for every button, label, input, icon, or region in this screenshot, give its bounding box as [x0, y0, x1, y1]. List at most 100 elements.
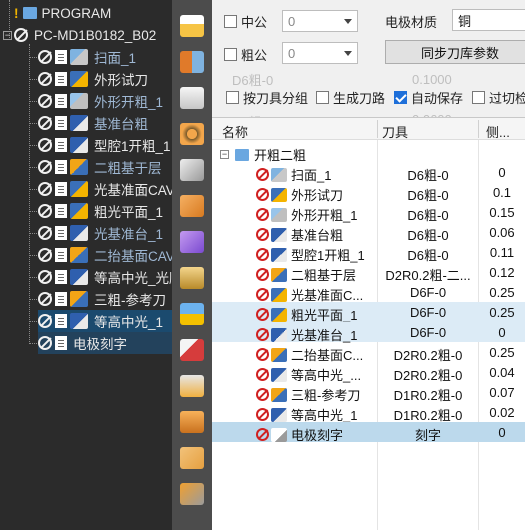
side-allowance-cell: 0.1 [492, 185, 512, 200]
zlevel-smooth-icon [70, 269, 88, 285]
path-icon[interactable] [178, 372, 206, 400]
tool-db-icon[interactable] [178, 48, 206, 76]
tree-item[interactable]: 电极刻字 [38, 332, 172, 354]
group-by-tool-check[interactable] [226, 91, 239, 104]
tree-item[interactable]: 光基准面CAV_1 [38, 178, 172, 200]
collapse-icon[interactable]: − [220, 150, 229, 159]
folder-icon [22, 7, 37, 19]
tree-item[interactable]: 等高中光_光顺_1 [38, 266, 172, 288]
tree-program[interactable]: ! PROGRAM [14, 2, 111, 24]
open-icon[interactable] [178, 12, 206, 40]
tree-item[interactable]: 型腔1开粗_1 [38, 134, 172, 156]
page-icon [55, 116, 67, 130]
coarse-checkbox[interactable]: 粗公 [224, 45, 267, 64]
table-header: 名称 刀具 侧... [212, 118, 525, 140]
middle-checkbox[interactable]: 中公 [224, 12, 267, 31]
machine-icon[interactable] [178, 84, 206, 112]
page-icon [55, 248, 67, 262]
auto-save-checkbox[interactable]: 自动保存 [394, 88, 463, 107]
tree-item[interactable]: 外形开粗_1 [38, 90, 172, 112]
table-row[interactable]: 扫面_1 D6粗-0 0 [212, 162, 525, 183]
layer-icon[interactable] [178, 264, 206, 292]
table-row[interactable]: 二粗基于层 D2R0.2粗-二... 0.12 [212, 262, 525, 283]
tree-guide [29, 321, 37, 322]
generate-path-label: 生成刀路 [333, 91, 386, 106]
open-glyph [180, 15, 204, 37]
table-row[interactable]: 型腔1开粗_1 D6粗-0 0.11 [212, 242, 525, 263]
tree-item-label: 三粗-参考刀 [94, 293, 166, 308]
side-allowance-cell: 0.25 [489, 285, 515, 300]
tree-guide [29, 79, 37, 80]
column-name[interactable]: 名称 [222, 122, 248, 141]
operation-name: 电极刻字 [291, 428, 344, 443]
disabled-icon [38, 160, 52, 174]
profile-icon [70, 71, 88, 87]
tree-item-label: 型腔1开粗_1 [94, 139, 171, 154]
operation-icon [271, 167, 287, 182]
chevron-down-icon [344, 19, 352, 24]
tree-item[interactable]: 三粗-参考刀 [38, 288, 172, 310]
tree-item-label: 光基准面CAV_1 [94, 183, 172, 198]
sync-tool-library-button[interactable]: 同步刀库参数 [385, 40, 525, 64]
middle-select[interactable]: 0 [282, 10, 358, 32]
color-picker-icon[interactable] [178, 336, 206, 364]
material-select[interactable]: 铜 [452, 9, 525, 31]
profile-rough-icon [70, 93, 88, 109]
wrench-text-icon[interactable] [178, 480, 206, 508]
page-icon [55, 314, 67, 328]
spiral-icon[interactable] [178, 156, 206, 184]
table-group-row[interactable]: − 开粗二粗 [212, 142, 525, 163]
tree-item[interactable]: 外形试刀 [38, 68, 172, 90]
tree-item[interactable]: 扫面_1 [38, 46, 172, 68]
gouge-check-label: 过切检 [489, 91, 525, 106]
generate-path-check[interactable] [316, 91, 329, 104]
table-row[interactable]: 光基准面C... D6F-0 0.25 [212, 282, 525, 303]
collapse-icon[interactable]: − [3, 30, 12, 40]
table-row[interactable]: 二抬基面C... D2R0.2粗-0 0.25 [212, 342, 525, 363]
tree-item-label: 外形试刀 [94, 73, 148, 88]
tree-item-label: 基准台粗 [94, 117, 148, 132]
disabled-icon [256, 228, 269, 241]
disabled-icon [38, 314, 52, 328]
tree-item[interactable]: 基准台粗 [38, 112, 172, 134]
gouge-check[interactable] [472, 91, 485, 104]
column-side[interactable]: 侧... [486, 122, 510, 141]
table-row[interactable]: 粗光平面_1 D6F-0 0.25 [212, 302, 525, 323]
auto-save-check[interactable] [394, 91, 407, 104]
tree-item[interactable]: 二粗基于层 [38, 156, 172, 178]
circle-target-icon[interactable] [178, 120, 206, 148]
table-row[interactable]: 电极刻字 刻字 0 [212, 422, 525, 443]
list-lightning-icon[interactable] [178, 300, 206, 328]
table-row[interactable]: 外形开粗_1 D6粗-0 0.15 [212, 202, 525, 223]
tree-item[interactable]: 光基准台_1 [38, 222, 172, 244]
generate-path-checkbox[interactable]: 生成刀路 [316, 88, 385, 107]
tree-item[interactable]: 二抬基面CAV [38, 244, 172, 266]
tree-guide [29, 299, 37, 300]
coarse-select[interactable]: 0 [282, 42, 358, 64]
table-row[interactable]: 等高中光_... D2R0.2粗-0 0.04 [212, 362, 525, 383]
middle-check-box[interactable] [224, 15, 237, 28]
tree-item[interactable]: 粗光平面_1 [38, 200, 172, 222]
transform-icon[interactable] [178, 444, 206, 472]
block-icon[interactable] [178, 192, 206, 220]
column-divider [377, 120, 378, 138]
gouge-check-checkbox[interactable]: 过切检 [472, 88, 525, 107]
table-row[interactable]: 外形试刀 D6粗-0 0.1 [212, 182, 525, 203]
coarse-check-box[interactable] [224, 48, 237, 61]
table-row[interactable]: 基准台粗 D6粗-0 0.06 [212, 222, 525, 243]
table-row[interactable]: 等高中光_1 D1R0.2粗-0 0.02 [212, 402, 525, 423]
group-by-tool-checkbox[interactable]: 按刀具分组 [226, 88, 308, 107]
operation-icon [271, 307, 287, 322]
table-row[interactable]: 三粗-参考刀 D1R0.2粗-0 0.07 [212, 382, 525, 403]
column-divider [478, 120, 479, 138]
column-tool[interactable]: 刀具 [382, 122, 408, 141]
table-row[interactable]: 光基准台_1 D6F-0 0 [212, 322, 525, 343]
stock-icon[interactable] [178, 408, 206, 436]
cube-icon[interactable] [178, 228, 206, 256]
disabled-icon [38, 248, 52, 262]
tree-item[interactable]: 等高中光_1 [38, 310, 172, 332]
program-label: PROGRAM [41, 5, 112, 21]
tree-root[interactable]: − PC-MD1B0182_B02 [3, 24, 156, 46]
datum-finish-icon [70, 225, 88, 241]
ghost-text: D6粗-0 [232, 73, 274, 88]
